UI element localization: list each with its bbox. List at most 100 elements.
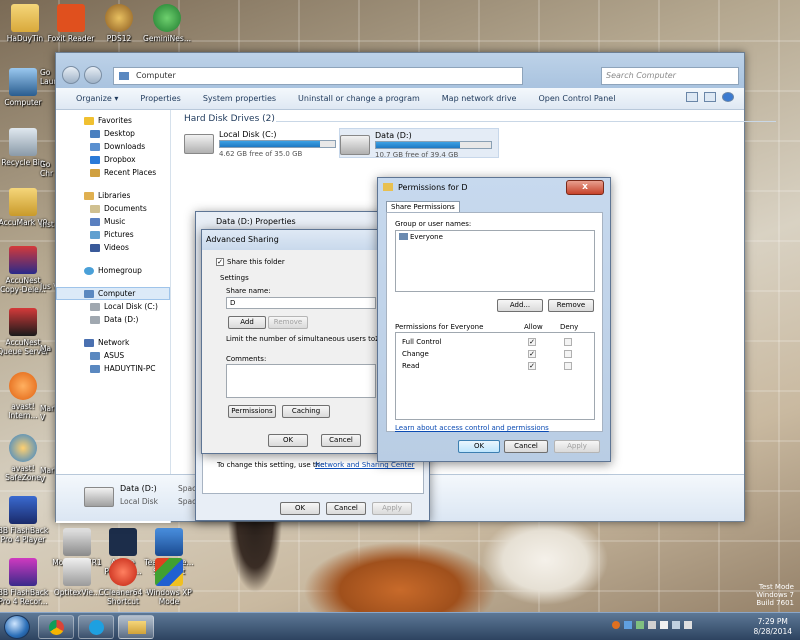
props-ok-button[interactable]: OK (280, 502, 320, 515)
desktop-icon-bbrecorder[interactable]: BB FlashBack Pro 4 Recor... (0, 558, 50, 606)
control-panel-button[interactable]: Open Control Panel (538, 94, 625, 103)
clock[interactable]: 7:29 PM 8/28/2014 (754, 617, 792, 637)
downloads-icon (90, 142, 100, 151)
tray-icon[interactable] (636, 621, 644, 629)
view-icon[interactable] (686, 92, 698, 102)
permissions-button[interactable]: Permissions (228, 405, 276, 418)
sharing-note: To change this setting, use the (217, 461, 325, 469)
add-share-button[interactable]: Add (228, 316, 266, 329)
taskbar-explorer-button[interactable] (118, 615, 154, 639)
nav-downloads[interactable]: Downloads (56, 140, 170, 153)
nav-asus[interactable]: ASUS (56, 349, 170, 362)
tray-icon[interactable] (612, 621, 620, 629)
deny-full-control-checkbox[interactable] (564, 338, 572, 346)
nav-desktop[interactable]: Desktop (56, 127, 170, 140)
learn-more-link[interactable]: Learn about access control and permissio… (395, 424, 549, 432)
allow-read-checkbox[interactable]: ✓ (528, 362, 536, 370)
limit-users-label: Limit the number of simultaneous users t… (226, 335, 378, 343)
tray-icon[interactable] (624, 621, 632, 629)
nav-libraries[interactable]: Libraries (56, 189, 170, 202)
address-bar[interactable]: Computer (113, 67, 523, 85)
computer-icon (9, 68, 37, 96)
share-folder-checkbox[interactable]: ✓ (216, 258, 224, 266)
advanced-sharing-title: Advanced Sharing (202, 230, 380, 250)
drive-c[interactable]: Local Disk (C:) 4.62 GB free of 35.0 GB (184, 128, 344, 158)
perm-ok-button[interactable]: OK (458, 440, 500, 453)
nav-haduytin-pc[interactable]: HADUYTIN-PC (56, 362, 170, 375)
search-input[interactable]: Search Computer (601, 67, 739, 85)
taskbar-skype-button[interactable] (78, 615, 114, 639)
remove-share-button[interactable]: Remove (268, 316, 308, 329)
desktop-icon-gemini[interactable]: GeminiNes... (140, 4, 194, 43)
network-icon (84, 338, 94, 347)
desktop-icon-xpmode[interactable]: Windows XP Mode (142, 558, 196, 606)
help-icon[interactable] (722, 92, 734, 102)
drive-d[interactable]: Data (D:) 10.7 GB free of 39.4 GB (339, 128, 499, 159)
comments-label: Comments: (226, 355, 267, 363)
nav-pictures[interactable]: Pictures (56, 228, 170, 241)
close-icon[interactable]: x (566, 180, 604, 195)
deny-header: Deny (560, 323, 579, 331)
perm-cancel-button[interactable]: Cancel (504, 440, 548, 453)
explorer-titlebar: Computer Search Computer (56, 53, 744, 88)
system-tray (612, 621, 692, 629)
nav-homegroup[interactable]: Homegroup (56, 264, 170, 277)
nav-documents[interactable]: Documents (56, 202, 170, 215)
organize-menu[interactable]: Organize ▾ (76, 94, 128, 103)
nav-videos[interactable]: Videos (56, 241, 170, 254)
nav-favorites[interactable]: Favorites (56, 114, 170, 127)
refresh-icon (153, 4, 181, 32)
nav-dropbox[interactable]: Dropbox (56, 153, 170, 166)
perm-apply-button[interactable]: Apply (554, 440, 600, 453)
allow-full-control-checkbox[interactable]: ✓ (528, 338, 536, 346)
section-header: Hard Disk Drives (2) (184, 114, 275, 124)
adv-cancel-button[interactable]: Cancel (321, 434, 361, 447)
users-list[interactable]: Everyone (395, 230, 595, 292)
network-sharing-link[interactable]: Network and Sharing Center (315, 461, 415, 469)
nav-local-disk[interactable]: Local Disk (C:) (56, 300, 170, 313)
library-icon (84, 191, 94, 200)
computer-icon (90, 364, 100, 373)
nav-network[interactable]: Network (56, 336, 170, 349)
perm-row-label: Full Control (402, 338, 442, 346)
deny-change-checkbox[interactable] (564, 350, 572, 358)
permissions-list: Full Control ✓ Change ✓ Read ✓ (395, 332, 595, 420)
adv-ok-button[interactable]: OK (268, 434, 308, 447)
comments-field[interactable] (226, 364, 376, 398)
taskbar-chrome-button[interactable] (38, 615, 74, 639)
computer-icon (90, 351, 100, 360)
nav-music[interactable]: Music (56, 215, 170, 228)
props-apply-button[interactable]: Apply (372, 502, 412, 515)
start-button[interactable] (4, 615, 30, 639)
network-icon[interactable] (672, 621, 680, 629)
allow-header: Allow (524, 323, 543, 331)
perm-for-label: Permissions for Everyone (395, 323, 484, 331)
props-cancel-button[interactable]: Cancel (326, 502, 366, 515)
desktop-icon-pds[interactable]: PDS12 (92, 4, 146, 43)
forward-button[interactable] (84, 66, 102, 84)
system-properties-button[interactable]: System properties (203, 94, 286, 103)
deny-read-checkbox[interactable] (564, 362, 572, 370)
nav-recent[interactable]: Recent Places (56, 166, 170, 179)
uninstall-button[interactable]: Uninstall or change a program (298, 94, 430, 103)
volume-icon[interactable] (684, 621, 692, 629)
list-item[interactable]: Everyone (399, 233, 443, 241)
caching-button[interactable]: Caching (282, 405, 330, 418)
tray-icon[interactable] (648, 621, 656, 629)
remove-user-button[interactable]: Remove (548, 299, 594, 312)
desktop-icon-bbplayer[interactable]: BB FlashBack Pro 4 Player (0, 496, 50, 544)
drive-usage-bar (219, 140, 336, 148)
share-name-field[interactable]: D (226, 297, 376, 309)
nav-data-d[interactable]: Data (D:) (56, 313, 170, 326)
section-divider (276, 121, 776, 122)
map-drive-button[interactable]: Map network drive (442, 94, 527, 103)
allow-change-checkbox[interactable]: ✓ (528, 350, 536, 358)
documents-icon (90, 204, 100, 213)
preview-pane-icon[interactable] (704, 92, 716, 102)
desktop-icon-foxit[interactable]: Foxit Reader (44, 4, 98, 43)
flag-icon[interactable] (660, 621, 668, 629)
back-button[interactable] (62, 66, 80, 84)
properties-button[interactable]: Properties (140, 94, 190, 103)
nav-computer[interactable]: Computer (56, 287, 170, 300)
add-user-button[interactable]: Add... (497, 299, 543, 312)
